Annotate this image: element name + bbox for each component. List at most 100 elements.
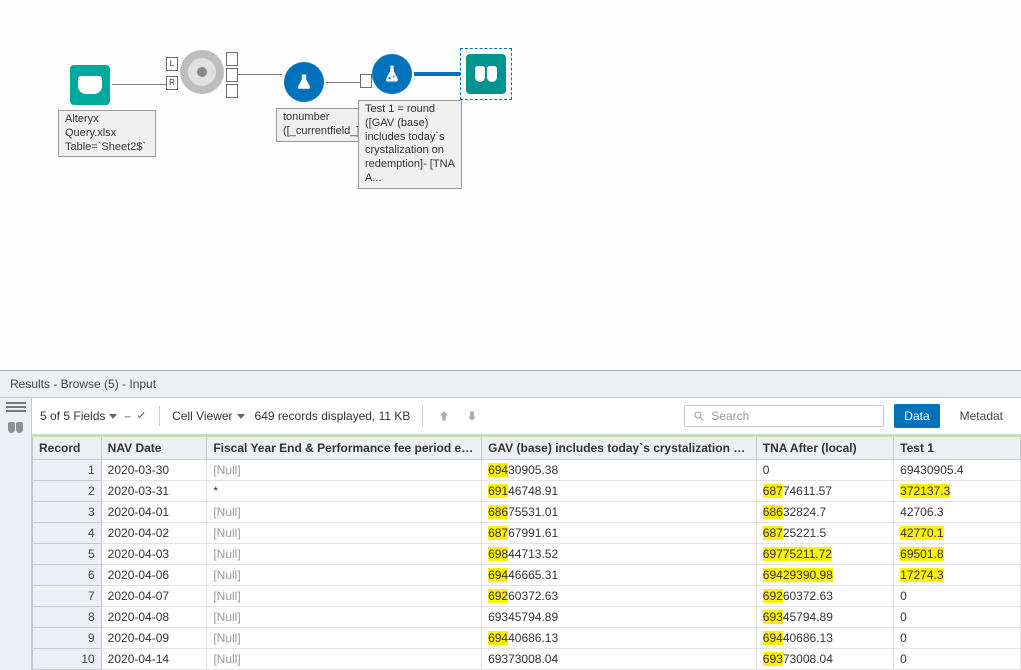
cell-navdate: 2020-04-03 (101, 544, 207, 565)
table-row[interactable]: 52020-04-03[Null]69844713.5269775211.726… (33, 544, 1021, 565)
table-row[interactable]: 102020-04-14[Null]69373008.0469373008.04… (33, 649, 1021, 670)
row-number: 2 (33, 481, 102, 502)
cell-test1: 69430905.4 (894, 460, 1021, 481)
col-navdate[interactable]: NAV Date (101, 436, 207, 460)
search-input[interactable]: Search (684, 405, 884, 427)
cell-gav: 69844713.52 (482, 544, 757, 565)
cell-navdate: 2020-04-07 (101, 586, 207, 607)
join-out-2 (226, 68, 238, 82)
cell-gav: 69345794.89 (482, 607, 757, 628)
cell-navdate: 2020-04-14 (101, 649, 207, 670)
table-row[interactable]: 32020-04-01[Null]68675531.0168632824.742… (33, 502, 1021, 523)
row-number: 8 (33, 607, 102, 628)
table-row[interactable]: 72020-04-07[Null]69260372.6369260372.630 (33, 586, 1021, 607)
cell-navdate: 2020-04-06 (101, 565, 207, 586)
workflow-canvas[interactable]: Alteryx Query.xlsx Table=`Sheet2$` L R t… (0, 0, 1021, 370)
cell-navdate: 2020-04-08 (101, 607, 207, 628)
results-toolbar: 5 of 5 Fields – Cell Viewer 649 records … (32, 398, 1021, 435)
cell-tna: 69373008.04 (756, 649, 893, 670)
tab-data[interactable]: Data (894, 404, 939, 428)
cell-navdate: 2020-03-30 (101, 460, 207, 481)
table-row[interactable]: 92020-04-09[Null]69440686.1369440686.130 (33, 628, 1021, 649)
cell-navdate: 2020-03-31 (101, 481, 207, 502)
results-table: Record NAV Date Fiscal Year End & Perfor… (32, 435, 1021, 670)
cell-tna: 69440686.13 (756, 628, 893, 649)
table-row[interactable]: 62020-04-06[Null]69446665.3169429390.981… (33, 565, 1021, 586)
cell-gav: 69146748.91 (482, 481, 757, 502)
col-test1[interactable]: Test 1 (894, 436, 1021, 460)
browse-icon[interactable] (8, 422, 23, 433)
browse-tool[interactable] (460, 48, 512, 100)
cell-fy: [Null] (207, 565, 482, 586)
col-record[interactable]: Record (33, 436, 102, 460)
cell-gav: 68767991.61 (482, 523, 757, 544)
tab-metadata[interactable]: Metadat (950, 404, 1013, 428)
col-fy[interactable]: Fiscal Year End & Performance fee period… (207, 436, 482, 460)
fields-label: 5 of 5 Fields (40, 409, 105, 423)
cell-tna: 0 (756, 460, 893, 481)
cell-navdate: 2020-04-02 (101, 523, 207, 544)
col-gav[interactable]: GAV (base) includes today`s crystalizati… (482, 436, 757, 460)
cell-tna: 68774611.57 (756, 481, 893, 502)
cell-gav: 68675531.01 (482, 502, 757, 523)
cellviewer-dropdown[interactable]: Cell Viewer (172, 409, 244, 423)
multifield-formula-tool[interactable] (284, 62, 324, 102)
search-placeholder: Search (711, 409, 749, 423)
cell-tna: 69345794.89 (756, 607, 893, 628)
table-row[interactable]: 12020-03-30[Null]69430905.38069430905.4 (33, 460, 1021, 481)
cell-navdate: 2020-04-09 (101, 628, 207, 649)
cell-fy: [Null] (207, 607, 482, 628)
records-info: 649 records displayed, 11 KB (255, 409, 411, 423)
rows-icon[interactable] (6, 402, 26, 416)
table-row[interactable]: 22020-03-31*69146748.9168774611.57372137… (33, 481, 1021, 502)
cell-test1: 42770.1 (894, 523, 1021, 544)
cell-tna: 68725221.5 (756, 523, 893, 544)
join-anchor-right: R (166, 76, 178, 90)
cell-gav: 69373008.04 (482, 649, 757, 670)
cell-fy: [Null] (207, 544, 482, 565)
col-tna[interactable]: TNA After (local) (756, 436, 893, 460)
binoculars-icon (466, 54, 506, 94)
cell-test1: 0 (894, 628, 1021, 649)
formula-anchor (360, 74, 372, 88)
join-out-1 (226, 52, 238, 66)
cell-tna: 69429390.98 (756, 565, 893, 586)
caret-down-icon (109, 414, 117, 419)
input-data-tool[interactable] (70, 65, 110, 105)
cell-test1: 17274.3 (894, 565, 1021, 586)
row-number: 7 (33, 586, 102, 607)
join-tool[interactable] (180, 50, 224, 94)
cellviewer-label: Cell Viewer (172, 409, 232, 423)
row-number: 9 (33, 628, 102, 649)
search-icon (693, 410, 705, 422)
input-data-label: Alteryx Query.xlsx Table=`Sheet2$` (58, 110, 156, 157)
beaker-icon (284, 62, 324, 102)
cell-test1: 69501.8 (894, 544, 1021, 565)
arrow-up-button[interactable] (435, 407, 453, 425)
connector-thick (414, 72, 460, 76)
join-anchor-left: L (166, 57, 178, 71)
cell-gav: 69440686.13 (482, 628, 757, 649)
results-side-gutter (0, 398, 32, 670)
cell-fy: [Null] (207, 628, 482, 649)
fields-dropdown[interactable]: 5 of 5 Fields – (40, 409, 147, 423)
cell-fy: * (207, 481, 482, 502)
table-row[interactable]: 82020-04-08[Null]69345794.8969345794.890 (33, 607, 1021, 628)
cell-test1: 0 (894, 649, 1021, 670)
flask-icon (372, 54, 412, 94)
cell-test1: 0 (894, 607, 1021, 628)
formula-tool[interactable] (372, 54, 412, 94)
row-number: 5 (33, 544, 102, 565)
saw-icon (180, 50, 224, 94)
dash-icon: – (124, 409, 131, 423)
results-panel: Results - Browse (5) - Input 5 of 5 Fiel… (0, 370, 1021, 670)
cell-test1: 42706.3 (894, 502, 1021, 523)
table-row[interactable]: 42020-04-02[Null]68767991.6168725221.542… (33, 523, 1021, 544)
arrow-down-button[interactable] (463, 407, 481, 425)
caret-down-icon (237, 414, 245, 419)
connector (326, 82, 362, 83)
row-number: 10 (33, 649, 102, 670)
multifield-label: tonumber ([_currentfield_] (276, 108, 368, 142)
connector (112, 84, 168, 85)
row-number: 6 (33, 565, 102, 586)
